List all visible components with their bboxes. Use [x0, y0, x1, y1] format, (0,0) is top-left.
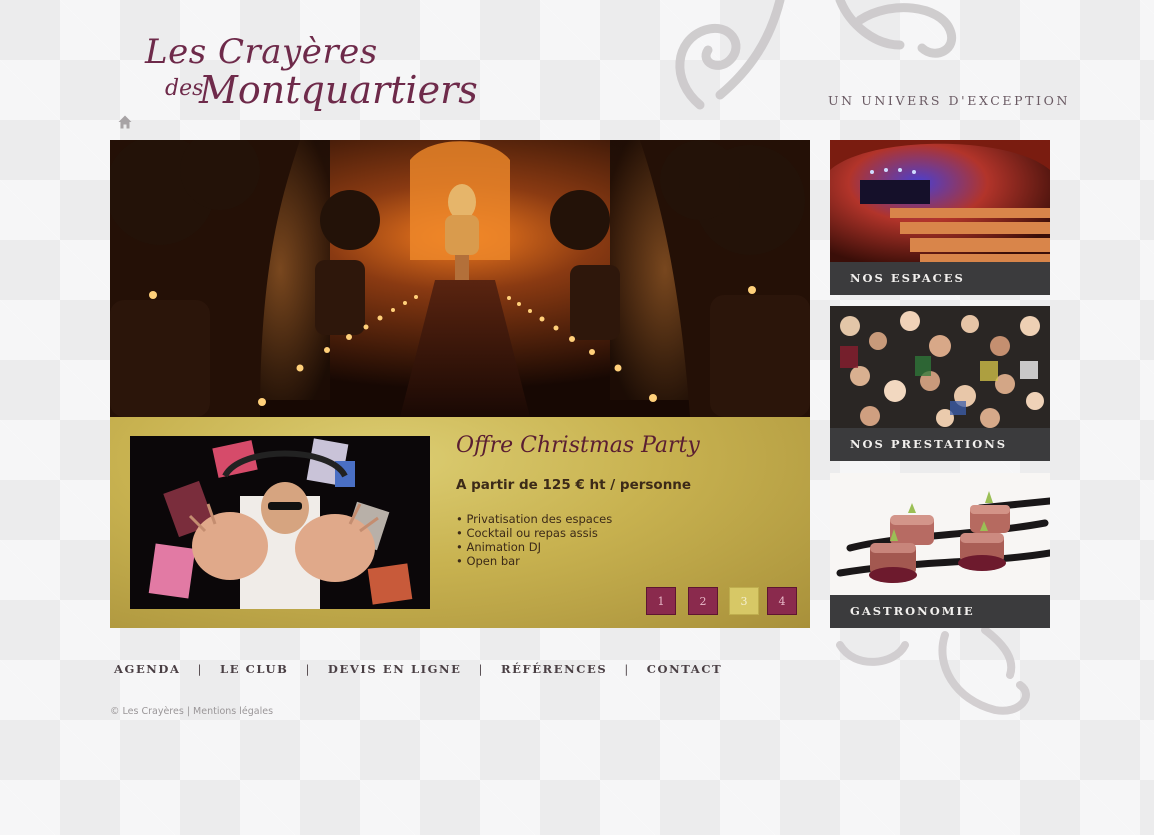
home-icon[interactable] [117, 114, 133, 130]
tile-label: GASTRONOMIE [830, 595, 1050, 628]
hero-image [110, 140, 810, 417]
footer-nav: AGENDA | LE CLUB | DEVIS EN LIGNE | RÉFÉ… [114, 662, 722, 676]
prestations-image [830, 306, 1050, 428]
promo-price: A partir de 125 € ht / personne [456, 477, 692, 493]
tile-nos-espaces[interactable]: NOS ESPACES [830, 140, 1050, 295]
espaces-image [830, 140, 1050, 262]
tagline: UN UNIVERS D'EXCEPTION [828, 93, 1070, 108]
tile-label: NOS PRESTATIONS [830, 428, 1050, 461]
copyright: © Les Crayères | Mentions légales [110, 706, 273, 717]
slide-pager-3[interactable]: 3 [729, 587, 759, 615]
promo-feature-item: Animation DJ [456, 540, 612, 554]
footer-separator: | [197, 662, 204, 676]
dj-illustration [130, 436, 430, 609]
footer-separator: | [478, 662, 484, 676]
promo-feature-item: Cocktail ou repas assis [456, 526, 612, 540]
footer-link-references[interactable]: RÉFÉRENCES [501, 662, 607, 676]
gastronomie-image [830, 473, 1050, 595]
footer-separator: | [624, 662, 630, 676]
promo-feature-item: Privatisation des espaces [456, 512, 612, 526]
ornament-bottom [836, 626, 1030, 715]
copyright-separator: | [186, 706, 191, 717]
footer-link-contact[interactable]: CONTACT [647, 662, 722, 676]
logo-text-line1: Les Crayères [145, 32, 378, 72]
slide-pager-2[interactable]: 2 [688, 587, 718, 615]
footer-link-devis-en-ligne[interactable]: DEVIS EN LIGNE [328, 662, 462, 676]
logo-text-line2: Montquartiers [199, 68, 478, 112]
footer-link-agenda[interactable]: AGENDA [114, 662, 181, 676]
promo-panel: Offre Christmas Party A partir de 125 € … [110, 417, 810, 628]
promo-title: Offre Christmas Party [456, 433, 700, 458]
logo-text-des: des [165, 76, 204, 101]
tile-label: NOS ESPACES [830, 262, 1050, 295]
footer-separator: | [305, 662, 311, 676]
slide-pager-1[interactable]: 1 [646, 587, 676, 615]
legal-link[interactable]: Mentions légales [193, 706, 273, 717]
tile-nos-prestations[interactable]: NOS PRESTATIONS [830, 306, 1050, 461]
copyright-text: © Les Crayères [110, 706, 184, 717]
promo-feature-item: Open bar [456, 554, 612, 568]
promo-features: Privatisation des espaces Cocktail ou re… [456, 512, 612, 568]
cellar-illustration [110, 140, 810, 417]
brand-logo[interactable]: Les Crayères des Montquartiers [145, 30, 478, 120]
tile-gastronomie[interactable]: GASTRONOMIE [830, 473, 1050, 628]
promo-photo [130, 436, 430, 609]
footer-link-le-club[interactable]: LE CLUB [220, 662, 288, 676]
slide-pager-4[interactable]: 4 [767, 587, 797, 615]
